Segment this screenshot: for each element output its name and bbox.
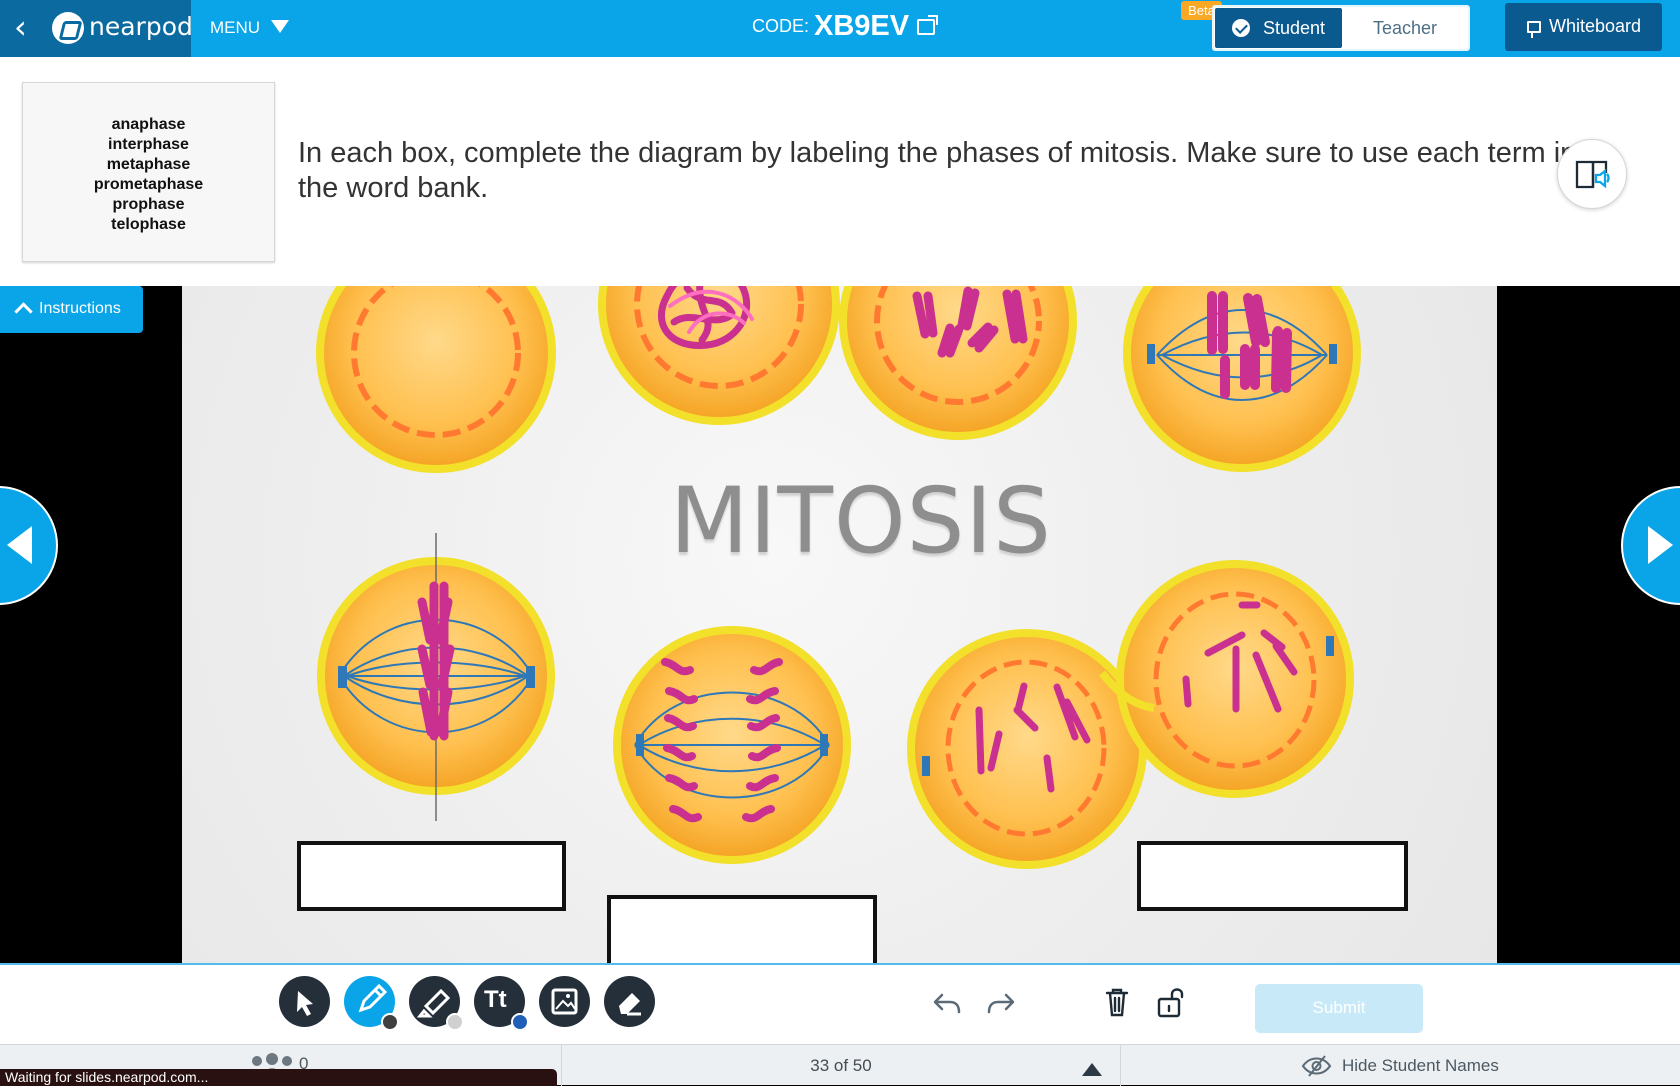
drawing-toolbar: Tt Submit (0, 963, 1680, 1044)
top-navigation-bar: ‹ nearpod MENU CODE: XB9EV Beta Student T… (0, 0, 1680, 57)
word-bank-term: prophase (112, 196, 185, 213)
phase-label-box[interactable] (1137, 841, 1408, 911)
slide-counter[interactable]: 33 of 50 (561, 1045, 1121, 1086)
anaphase-cell (613, 626, 851, 864)
text-color-swatch[interactable] (511, 1013, 529, 1031)
eraser-icon (619, 993, 641, 1016)
metaphase-lower-cell (317, 533, 555, 821)
pen-tool-button[interactable] (344, 976, 399, 1031)
select-icon (297, 991, 313, 1016)
phase-label-box[interactable] (607, 895, 877, 967)
submit-button[interactable]: Submit (1255, 984, 1423, 1033)
student-mode-label: Student (1263, 18, 1326, 38)
unlock-icon[interactable] (1154, 985, 1188, 1019)
slide-title: MITOSIS (670, 469, 1052, 574)
code-value: XB9EV (814, 10, 910, 42)
word-bank-term: interphase (108, 136, 189, 153)
metaphase-upper-cell (1123, 286, 1361, 472)
phase-label-box[interactable] (297, 841, 566, 911)
student-mode-button[interactable]: Student (1215, 8, 1342, 48)
loading-status: Waiting for slides.nearpod.com... (0, 1069, 557, 1086)
status-bar: 0 Waiting for slides.nearpod.com... 33 o… (0, 1044, 1680, 1086)
select-tool-button[interactable] (279, 976, 330, 1027)
undo-icon[interactable] (930, 985, 964, 1019)
word-bank-card: anaphase interphase metaphase prometapha… (22, 82, 275, 262)
word-bank-term: telophase (111, 216, 186, 233)
menu-button[interactable]: MENU (210, 14, 260, 41)
teacher-mode-button[interactable]: Teacher (1342, 8, 1468, 48)
hide-student-names-button[interactable]: Hide Student Names (1301, 1052, 1499, 1080)
brand-name: nearpod (89, 12, 193, 41)
prometaphase-cell (839, 286, 1077, 440)
activity-prompt: In each box, complete the diagram by lab… (298, 137, 1577, 204)
brand-area[interactable]: ‹ nearpod (0, 0, 193, 57)
highlighter-color-swatch[interactable] (446, 1013, 464, 1031)
menu-chevron-down-icon[interactable] (271, 20, 289, 33)
image-icon (551, 988, 578, 1015)
read-aloud-button[interactable] (1557, 139, 1627, 209)
image-tool-button[interactable] (539, 976, 590, 1027)
back-chevron-icon[interactable]: ‹ (14, 11, 42, 44)
word-bank-term: anaphase (111, 116, 186, 133)
word-bank-term: metaphase (106, 156, 191, 173)
word-bank-term: prometaphase (93, 176, 204, 193)
eye-off-icon (1301, 1055, 1332, 1077)
check-circle-icon (1232, 19, 1250, 37)
instructions-toggle-button[interactable]: Instructions (0, 286, 143, 333)
highlighter-tool-button[interactable] (409, 976, 464, 1031)
telophase-cell (907, 560, 1354, 869)
whiteboard-label: Whiteboard (1549, 16, 1642, 36)
text-tool-button[interactable]: Tt (474, 976, 529, 1031)
join-code[interactable]: CODE: XB9EV (752, 10, 939, 43)
code-label: CODE: (752, 16, 810, 36)
whiteboard-button[interactable]: Whiteboard (1505, 3, 1662, 51)
nearpod-logo-icon (52, 12, 84, 44)
chevron-up-icon (14, 302, 33, 321)
chevron-up-icon[interactable] (1082, 1063, 1102, 1076)
interphase-cell (316, 286, 556, 473)
prophase-cell (598, 286, 840, 425)
eraser-tool-button[interactable] (604, 976, 655, 1027)
book-audio-icon (1575, 160, 1610, 189)
trash-icon[interactable] (1100, 985, 1134, 1019)
text-icon: Tt (484, 986, 507, 1013)
share-icon[interactable] (917, 14, 939, 35)
redo-icon[interactable] (984, 985, 1018, 1019)
student-teacher-toggle[interactable]: Student Teacher (1212, 5, 1470, 51)
hide-student-names-label: Hide Student Names (1342, 1056, 1499, 1075)
pen-color-swatch[interactable] (381, 1013, 399, 1031)
instructions-label: Instructions (39, 300, 121, 317)
whiteboard-icon (1527, 21, 1541, 38)
